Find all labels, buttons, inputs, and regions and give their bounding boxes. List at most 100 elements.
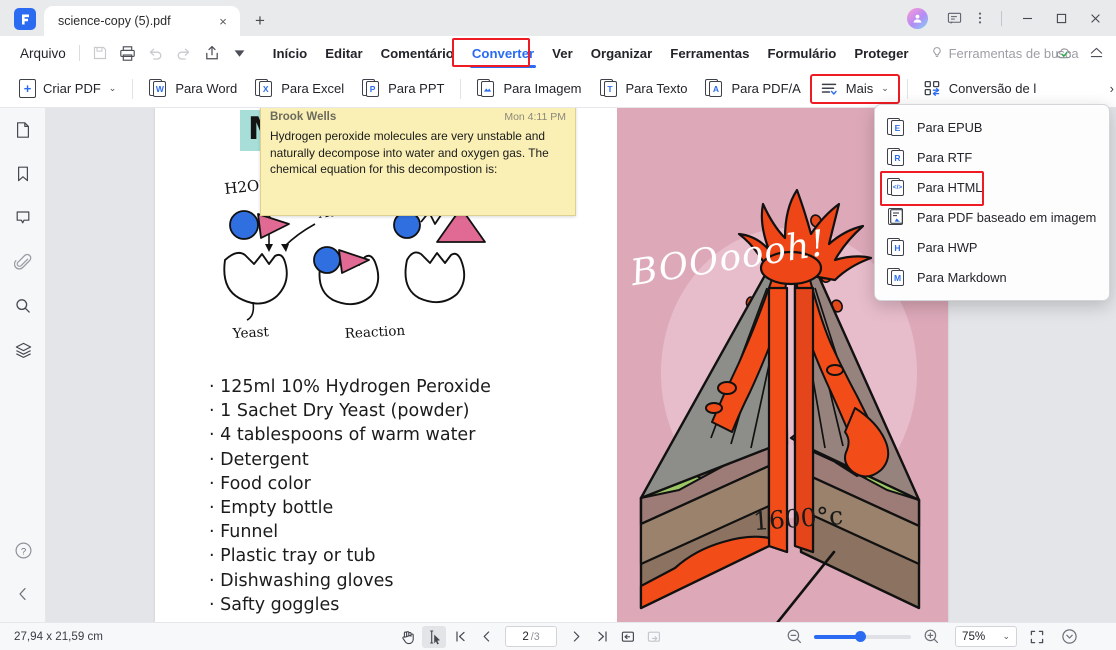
zoom-in-button[interactable] xyxy=(919,626,943,648)
menu-item-to-epub[interactable]: E Para EPUB xyxy=(875,112,1109,142)
first-page-button[interactable] xyxy=(448,626,472,648)
print-icon[interactable] xyxy=(114,41,142,65)
zoom-level-select[interactable]: 75% ⌄ xyxy=(955,626,1017,647)
previous-page-button[interactable] xyxy=(474,626,498,648)
to-image-button[interactable]: Para Imagem xyxy=(468,75,590,103)
menu-item-to-html[interactable]: </> Para HTML xyxy=(875,171,1109,206)
page-navigation-group: 2 /3 xyxy=(396,625,666,648)
tab-proteger[interactable]: Proteger xyxy=(845,42,917,65)
menu-item-to-rtf[interactable]: R Para RTF xyxy=(875,142,1109,172)
sidebar-item-layers[interactable] xyxy=(0,328,46,372)
sidebar-item-bookmark[interactable] xyxy=(0,152,46,196)
list-item: 125ml 10% Hydrogen Peroxide xyxy=(209,375,491,399)
new-tab-icon[interactable]: + xyxy=(246,6,274,34)
tab-converter[interactable]: Converter xyxy=(463,42,543,68)
tab-organizar[interactable]: Organizar xyxy=(582,42,662,65)
batch-conversion-button[interactable]: Conversão de l xyxy=(915,75,1045,103)
next-page-button[interactable] xyxy=(564,626,588,648)
collapse-ribbon-icon[interactable] xyxy=(1082,41,1110,65)
total-pages: /3 xyxy=(530,630,540,643)
tab-editar[interactable]: Editar xyxy=(316,42,371,65)
avatar[interactable] xyxy=(907,7,928,29)
redo-icon[interactable] xyxy=(170,41,198,65)
maximize-button[interactable] xyxy=(1044,0,1078,36)
zoom-slider[interactable] xyxy=(814,631,911,642)
more-options-icon[interactable] xyxy=(967,5,993,31)
to-text-label: Para Texto xyxy=(625,81,688,96)
menu-item-label: Para EPUB xyxy=(917,119,983,135)
share-icon[interactable] xyxy=(198,41,226,65)
menu-bar: Arquivo Início Editar Comentário Convert… xyxy=(0,36,1116,70)
batch-label: Conversão de l xyxy=(948,81,1037,96)
close-window-button[interactable] xyxy=(1078,0,1112,36)
single-page-view-button[interactable] xyxy=(616,626,640,648)
tab-inicio[interactable]: Início xyxy=(264,42,316,65)
minimize-button[interactable] xyxy=(1010,0,1044,36)
sidebar-item-attachment[interactable] xyxy=(0,240,46,284)
quick-access-dropdown-icon[interactable] xyxy=(226,41,254,65)
sidebar-collapse-button[interactable] xyxy=(0,572,46,616)
last-page-button[interactable] xyxy=(590,626,614,648)
zoom-out-button[interactable] xyxy=(782,626,806,648)
toolbar-overflow-icon[interactable]: › xyxy=(1110,81,1114,96)
zoom-in-icon xyxy=(924,629,938,643)
to-excel-label: Para Excel xyxy=(281,81,345,96)
sidebar-item-page-thumbnails[interactable] xyxy=(0,108,46,152)
sidebar-item-help[interactable]: ? xyxy=(0,528,46,572)
to-excel-button[interactable]: X Para Excel xyxy=(246,75,353,103)
comment-icon xyxy=(16,211,30,224)
sidebar-item-search[interactable] xyxy=(0,284,46,328)
undo-icon[interactable] xyxy=(142,41,170,65)
list-item: Detergent xyxy=(209,448,491,472)
menu-item-to-markdown[interactable]: M Para Markdown xyxy=(875,262,1109,292)
continuous-view-button[interactable] xyxy=(642,626,666,648)
comment-note[interactable]: Brook Wells Mon 4:11 PM Hydrogen peroxid… xyxy=(260,108,576,216)
tab-ferramentas[interactable]: Ferramentas xyxy=(661,42,758,65)
menu-divider xyxy=(78,45,80,61)
select-tool-button[interactable] xyxy=(422,625,446,648)
to-word-button[interactable]: W Para Word xyxy=(140,75,246,103)
more-conversions-button[interactable]: Mais ⌄ xyxy=(809,73,900,104)
toolbar-divider xyxy=(132,78,134,99)
hand-tool-button[interactable] xyxy=(396,626,420,648)
tab-formulario[interactable]: Formulário xyxy=(758,42,845,65)
tab-ver[interactable]: Ver xyxy=(543,42,582,65)
view-options-button[interactable] xyxy=(1057,626,1081,648)
menu-item-to-hwp[interactable]: H Para HWP xyxy=(875,232,1109,262)
document-tab[interactable]: science-copy (5).pdf × xyxy=(44,6,240,36)
fit-page-button[interactable] xyxy=(1025,626,1049,648)
tab-comentario[interactable]: Comentário xyxy=(372,42,463,65)
first-page-icon xyxy=(455,631,465,642)
to-pdfa-button[interactable]: A Para PDF/A xyxy=(696,75,809,103)
sidebar-item-comment[interactable] xyxy=(0,196,46,240)
chevron-down-icon-zoom: ⌄ xyxy=(1002,631,1010,641)
ribbon-tab-group: Início Editar Comentário Converter Ver O… xyxy=(264,42,918,68)
markdown-doc-icon: M xyxy=(887,267,906,287)
close-tab-icon[interactable]: × xyxy=(214,12,232,30)
layers-icon xyxy=(15,342,31,358)
save-icon[interactable] xyxy=(86,41,114,65)
to-ppt-label: Para PPT xyxy=(388,81,445,96)
cloud-sync-icon[interactable] xyxy=(1050,41,1078,65)
title-bar: science-copy (5).pdf × + xyxy=(0,0,1116,36)
lightbulb-icon xyxy=(932,47,941,57)
feedback-icon[interactable] xyxy=(941,5,967,31)
page-flow-right-icon xyxy=(647,631,660,642)
toolbar-divider-3 xyxy=(906,78,908,99)
zoom-slider-thumb[interactable] xyxy=(855,631,867,642)
more-conversions-dropdown[interactable]: E Para EPUB R Para RTF </> Para HTML Par… xyxy=(874,104,1110,301)
list-item: 4 tablespoons of warm water xyxy=(209,423,491,447)
create-pdf-button[interactable]: + Criar PDF ⌄ xyxy=(10,75,125,103)
menu-item-label: Para HWP xyxy=(917,239,978,255)
to-ppt-button[interactable]: P Para PPT xyxy=(353,75,453,103)
page-dimensions: 27,94 x 21,59 cm xyxy=(14,630,103,643)
to-word-label: Para Word xyxy=(175,81,238,96)
chevron-right-icon xyxy=(573,631,579,642)
to-text-button[interactable]: T Para Texto xyxy=(591,75,697,103)
pdf-page[interactable]: Materials: H2O2 Yeast Active Site xyxy=(155,108,948,622)
to-image-label: Para Imagem xyxy=(503,81,582,96)
menu-item-to-image-pdf[interactable]: Para PDF baseado em imagem xyxy=(875,202,1109,232)
menu-arquivo[interactable]: Arquivo xyxy=(13,43,77,64)
page-number-input[interactable]: 2 /3 xyxy=(505,626,557,647)
left-sidebar: ? xyxy=(0,108,46,622)
